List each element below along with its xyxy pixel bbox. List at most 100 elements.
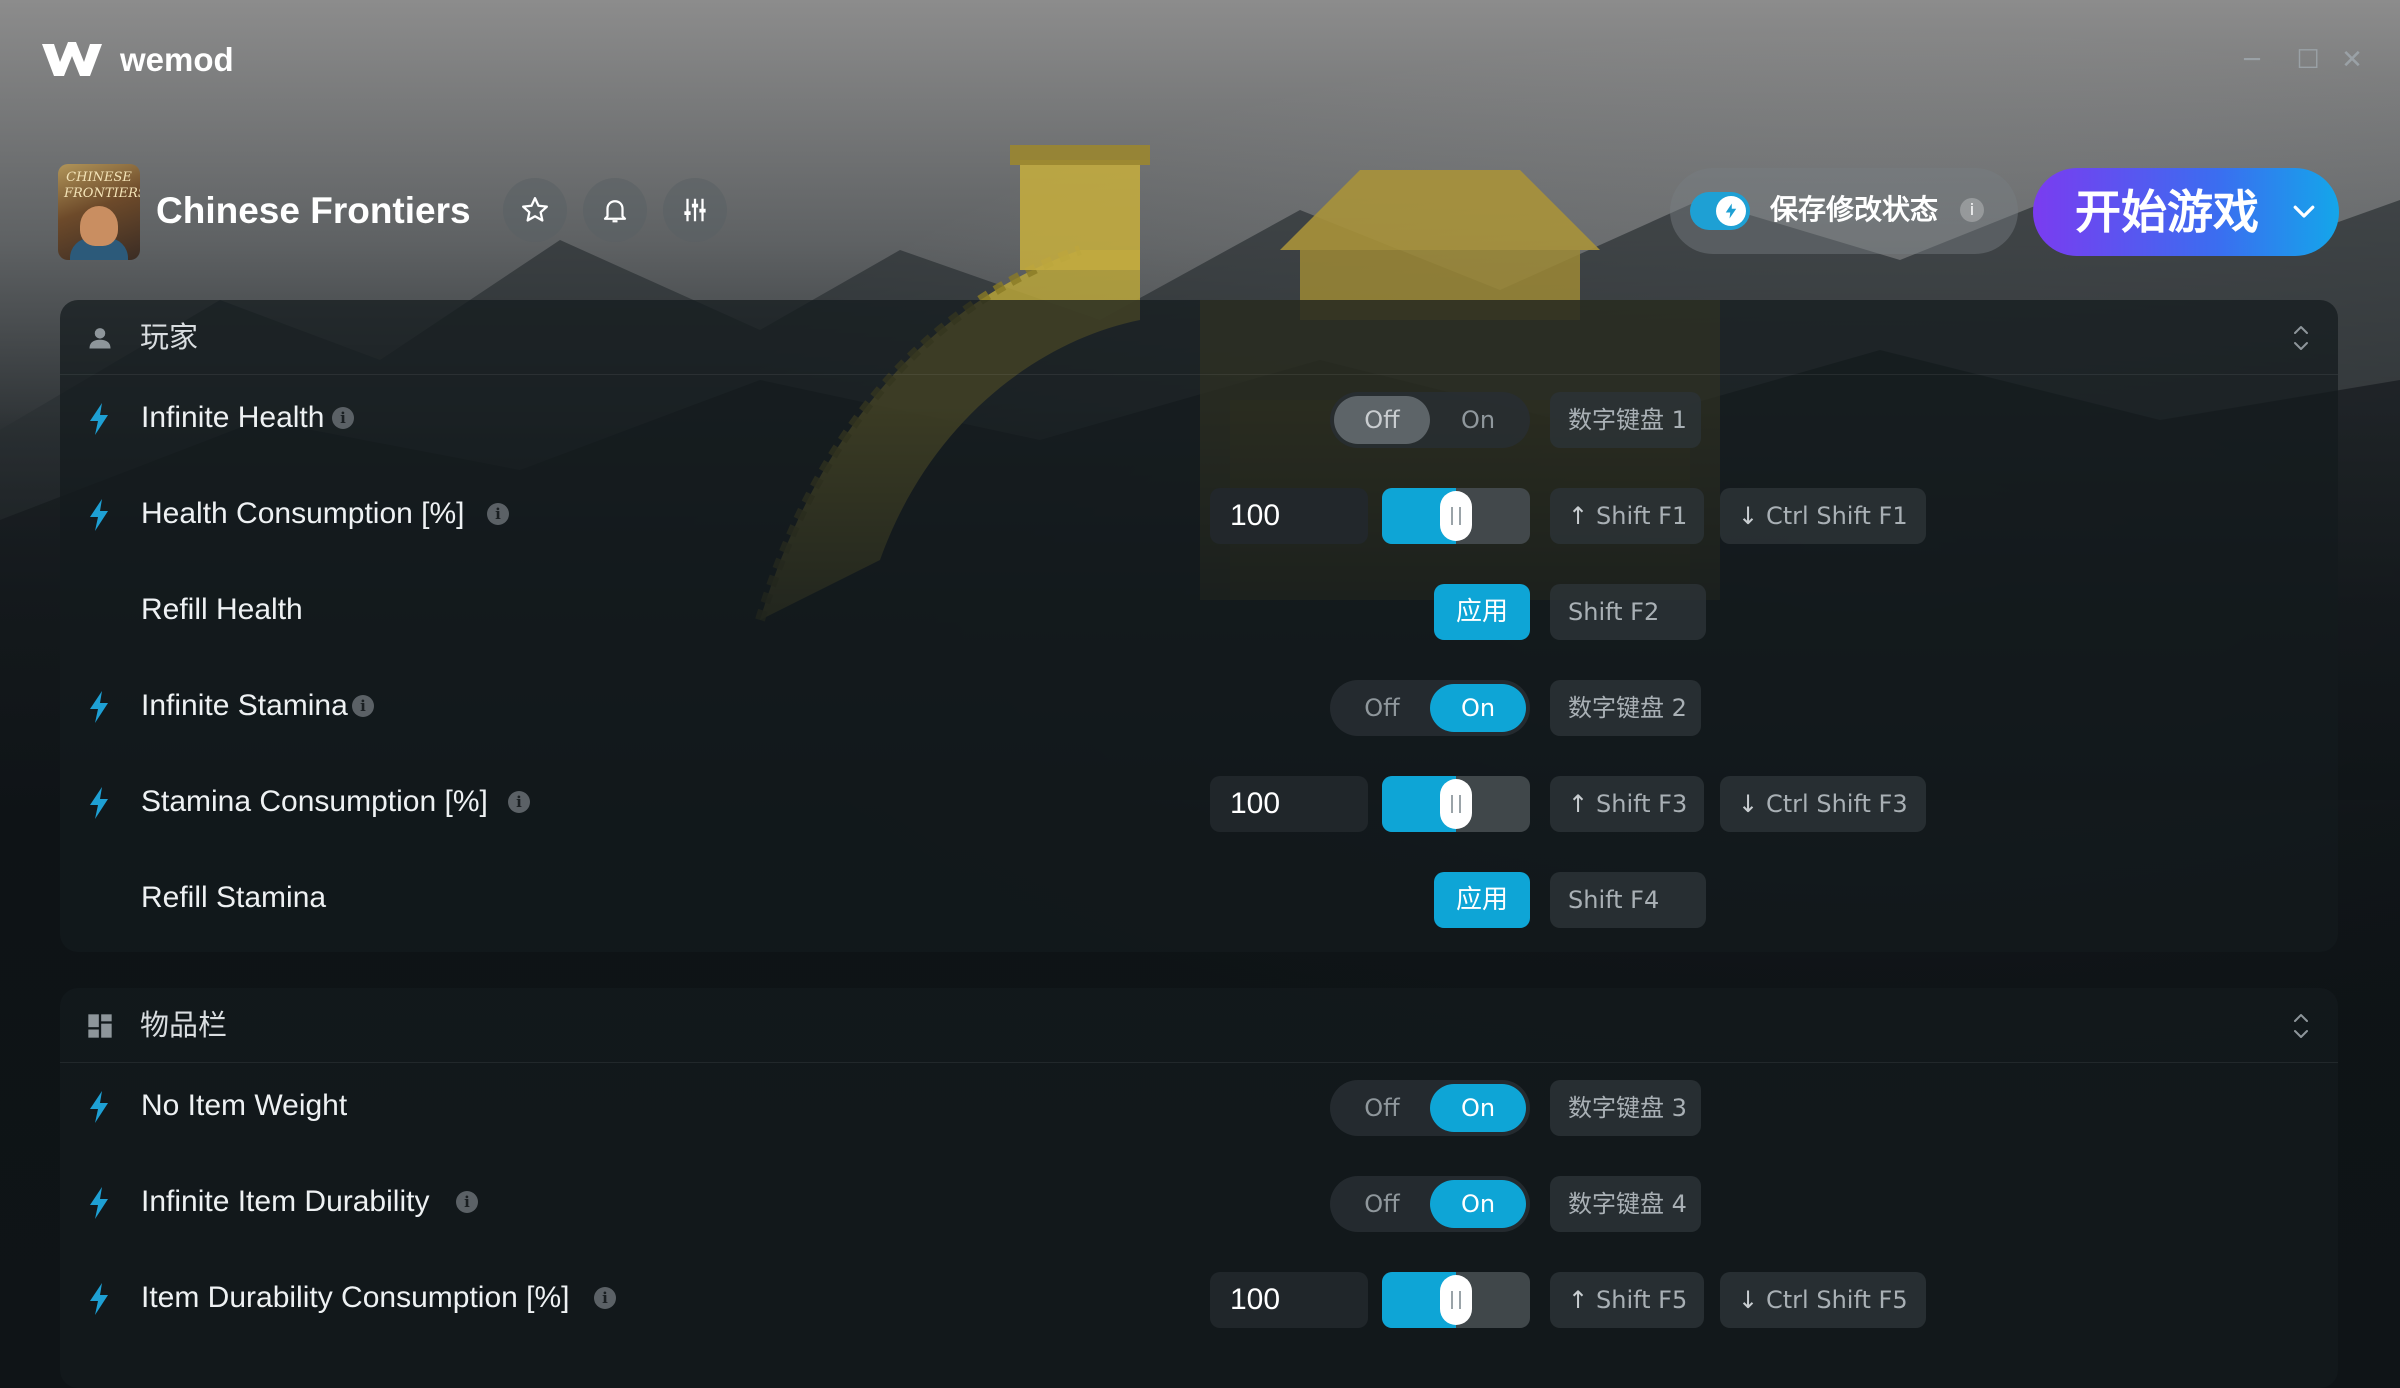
- hotkey-badge[interactable]: ↑ Shift F1: [1550, 488, 1704, 544]
- hotkey-label: 数字键盘 4: [1568, 1190, 1687, 1218]
- value-input[interactable]: 100: [1210, 1272, 1368, 1328]
- close-button[interactable]: ✕: [2336, 44, 2368, 76]
- game-thumbnail-text: CHINESE FRONTIERS: [64, 170, 140, 201]
- value-input[interactable]: 100: [1210, 488, 1368, 544]
- mod-row: Health Consumption [%] i 100 ↑ Shift F1 ↓ Ctrl…: [60, 470, 2338, 560]
- mod-label: Infinite Stamina: [141, 689, 348, 722]
- arrow-up-icon: ↑: [1568, 1286, 1589, 1314]
- hotkey-badge[interactable]: 数字键盘 4: [1550, 1176, 1701, 1232]
- mod-row: No Item Weight Off On 数字键盘 3: [60, 1062, 2338, 1152]
- slider-handle[interactable]: [1440, 491, 1472, 541]
- hotkey-label: Shift F5: [1596, 1286, 1688, 1314]
- hotkey-badge[interactable]: ↑ Shift F5: [1550, 1272, 1704, 1328]
- app-name: wemod: [120, 41, 234, 78]
- mod-toggle[interactable]: Off On: [1330, 1176, 1530, 1232]
- section-title: 玩家: [140, 320, 199, 354]
- section-header[interactable]: 玩家: [60, 300, 2338, 375]
- mod-label: Infinite Item Durability: [141, 1185, 430, 1218]
- hotkey-label: Shift F4: [1568, 886, 1660, 914]
- section-title: 物品栏: [140, 1008, 228, 1042]
- slider-handle[interactable]: [1440, 779, 1472, 829]
- hotkey-badge[interactable]: Shift F4: [1550, 872, 1706, 928]
- info-icon[interactable]: i: [332, 407, 354, 429]
- mod-row: Infinite Stamina i Off On 数字键盘 2: [60, 662, 2338, 752]
- minimize-button[interactable]: ─: [2236, 44, 2268, 76]
- hotkey-badge[interactable]: 数字键盘 1: [1550, 392, 1701, 448]
- wemod-logo-icon: [42, 42, 102, 76]
- toggle-off-option[interactable]: Off: [1334, 396, 1430, 444]
- value-input[interactable]: 100: [1210, 776, 1368, 832]
- lightning-icon: [90, 787, 108, 819]
- lightning-icon: [90, 1283, 108, 1315]
- info-icon[interactable]: i: [594, 1287, 616, 1309]
- apply-button[interactable]: 应用: [1434, 872, 1530, 928]
- info-icon[interactable]: i: [352, 695, 374, 717]
- toggle-off-option[interactable]: Off: [1334, 1084, 1430, 1132]
- mod-row: Refill Health 应用 Shift F2: [60, 566, 2338, 656]
- player-section: 玩家 Infinite Health i Off On 数字键盘 1 Health Cons…: [60, 300, 2338, 952]
- collapse-icon[interactable]: [2290, 322, 2312, 354]
- play-button-label: 开始游戏: [2075, 185, 2259, 239]
- hotkey-badge[interactable]: Shift F2: [1550, 584, 1706, 640]
- lightning-icon: [90, 403, 108, 435]
- mod-row: Refill Stamina 应用 Shift F4: [60, 854, 2338, 944]
- maximize-button[interactable]: ☐: [2292, 44, 2324, 76]
- value-slider[interactable]: [1382, 488, 1530, 544]
- game-thumbnail: CHINESE FRONTIERS: [58, 164, 140, 260]
- play-button[interactable]: 开始游戏: [2033, 168, 2339, 256]
- sliders-icon: [684, 198, 706, 222]
- value-slider[interactable]: [1382, 1272, 1530, 1328]
- hotkey-label: Shift F3: [1596, 790, 1688, 818]
- save-mods-toggle[interactable]: [1690, 192, 1750, 230]
- hotkey-label: Shift F1: [1596, 502, 1688, 530]
- mod-label: Health Consumption [%]: [141, 497, 465, 530]
- mod-label: Refill Health: [141, 593, 303, 626]
- lightning-icon: [90, 1187, 108, 1219]
- info-icon[interactable]: i: [1960, 198, 1984, 222]
- save-mods-label: 保存修改状态: [1770, 193, 1939, 226]
- hotkey-label: Ctrl Shift F1: [1766, 502, 1908, 530]
- hotkey-badge[interactable]: ↓ Ctrl Shift F3: [1720, 776, 1926, 832]
- hotkey-label: 数字键盘 3: [1568, 1094, 1687, 1122]
- bell-icon: [603, 200, 627, 223]
- game-title: Chinese Frontiers: [156, 190, 471, 231]
- mod-toggle[interactable]: Off On: [1330, 1080, 1530, 1136]
- save-mods-control: 保存修改状态 i: [1670, 168, 2018, 254]
- arrow-up-icon: ↑: [1568, 790, 1589, 818]
- toggle-off-option[interactable]: Off: [1334, 1180, 1430, 1228]
- toggle-on-option[interactable]: On: [1430, 396, 1526, 444]
- slider-handle[interactable]: [1440, 1275, 1472, 1325]
- hotkey-badge[interactable]: 数字键盘 3: [1550, 1080, 1701, 1136]
- mod-settings-button[interactable]: [663, 178, 727, 242]
- hotkey-badge[interactable]: ↓ Ctrl Shift F5: [1720, 1272, 1926, 1328]
- info-icon[interactable]: i: [456, 1191, 478, 1213]
- lightning-icon: [90, 499, 108, 531]
- hotkey-badge[interactable]: 数字键盘 2: [1550, 680, 1701, 736]
- section-header[interactable]: 物品栏: [60, 988, 2338, 1063]
- arrow-down-icon: ↓: [1738, 790, 1759, 818]
- toggle-on-option[interactable]: On: [1430, 1180, 1526, 1228]
- lightning-icon: [1725, 203, 1737, 219]
- hotkey-label: Ctrl Shift F5: [1766, 1286, 1908, 1314]
- hotkey-badge[interactable]: ↑ Shift F3: [1550, 776, 1704, 832]
- mod-row: Item Durability Consumption [%] i 100 ↑ Shif…: [60, 1254, 2338, 1344]
- toggle-on-option[interactable]: On: [1430, 1084, 1526, 1132]
- value-slider[interactable]: [1382, 776, 1530, 832]
- mod-toggle[interactable]: Off On: [1330, 392, 1530, 448]
- toggle-on-option[interactable]: On: [1430, 684, 1526, 732]
- favorite-button[interactable]: [503, 178, 567, 242]
- mod-label: Refill Stamina: [141, 881, 327, 914]
- hotkey-badge[interactable]: ↓ Ctrl Shift F1: [1720, 488, 1926, 544]
- info-icon[interactable]: i: [508, 791, 530, 813]
- lightning-icon: [90, 691, 108, 723]
- mod-toggle[interactable]: Off On: [1330, 680, 1530, 736]
- apply-button[interactable]: 应用: [1434, 584, 1530, 640]
- notifications-button[interactable]: [583, 178, 647, 242]
- collapse-icon[interactable]: [2290, 1010, 2312, 1042]
- hotkey-label: Ctrl Shift F3: [1766, 790, 1908, 818]
- info-icon[interactable]: i: [487, 503, 509, 525]
- chevron-down-icon[interactable]: [2289, 196, 2319, 226]
- title-bar: wemod ─ ☐ ✕: [0, 0, 2400, 120]
- mod-row: Infinite Health i Off On 数字键盘 1: [60, 374, 2338, 464]
- toggle-off-option[interactable]: Off: [1334, 684, 1430, 732]
